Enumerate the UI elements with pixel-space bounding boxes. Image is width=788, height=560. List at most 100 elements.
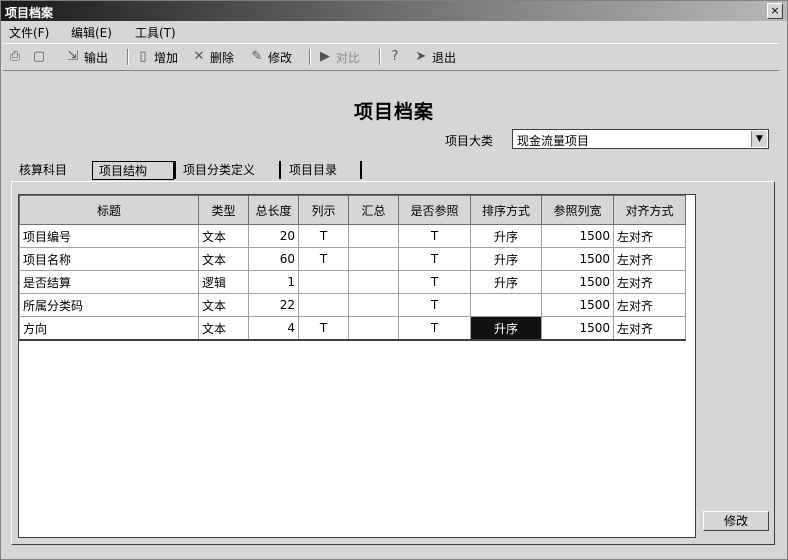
- export-icon: ⇲: [67, 49, 79, 64]
- modify-label: 修改: [268, 50, 293, 65]
- print-preview-button[interactable]: ▢: [31, 48, 50, 66]
- tab-divider: [279, 161, 281, 179]
- table-cell[interactable]: T: [298, 224, 349, 248]
- modify-structure-button[interactable]: 修改: [703, 511, 769, 531]
- table-cell[interactable]: [348, 247, 399, 271]
- delete-label: 删除: [210, 50, 235, 65]
- exit-button[interactable]: ➤ 退出: [413, 48, 456, 66]
- help-button[interactable]: ?: [387, 48, 406, 66]
- table-cell[interactable]: [298, 293, 349, 317]
- table-cell[interactable]: 1500: [541, 316, 614, 341]
- table-cell[interactable]: 左对齐: [613, 270, 686, 294]
- table-row[interactable]: 方向 文本 4 T T 升序 1500 左对齐: [19, 316, 686, 341]
- menu-edit[interactable]: 编辑(E): [71, 24, 112, 41]
- export-button[interactable]: ⇲ 输出: [65, 48, 108, 66]
- table-cell[interactable]: 20: [248, 224, 299, 248]
- toolbar-separator: [379, 49, 381, 65]
- table-cell[interactable]: 所属分类码: [19, 293, 199, 317]
- project-archive-window: 项目档案 × 文件(F) 编辑(E) 工具(T) ⎙ ▢ ⇲ 输出 ▯ 增加 ✕ 删除…: [0, 0, 788, 560]
- tab-accounting-subjects[interactable]: 核算科目: [13, 161, 73, 180]
- table-cell[interactable]: [298, 270, 349, 294]
- contrast-icon: ▶: [320, 49, 330, 64]
- form-heading: 项目档案: [353, 101, 434, 123]
- print-icon: ⎙: [9, 49, 21, 64]
- print-button[interactable]: ⎙: [7, 48, 26, 66]
- table-cell[interactable]: 1500: [541, 247, 614, 271]
- close-icon[interactable]: ×: [767, 3, 783, 19]
- table-cell[interactable]: 方向: [19, 316, 199, 341]
- table-cell[interactable]: [348, 293, 399, 317]
- table-row[interactable]: 所属分类码 文本 22 T 1500 左对齐: [19, 293, 686, 317]
- export-label: 输出: [84, 50, 109, 65]
- table-cell[interactable]: T: [398, 224, 471, 248]
- table-cell[interactable]: 1500: [541, 224, 614, 248]
- category-select[interactable]: 现金流量项目 ▼: [512, 129, 769, 149]
- delete-button[interactable]: ✕ 删除: [191, 48, 234, 66]
- selected-cell[interactable]: 升序: [470, 316, 542, 341]
- table-cell[interactable]: 左对齐: [613, 247, 686, 271]
- table-cell[interactable]: [348, 316, 399, 341]
- structure-table: 标题 类型 总长度 列示 汇总 是否参照 排序方式 参照列宽 对齐方式 项目编号…: [19, 195, 686, 341]
- table-cell[interactable]: T: [298, 247, 349, 271]
- table-cell[interactable]: 左对齐: [613, 316, 686, 341]
- table-cell[interactable]: 文本: [198, 316, 249, 341]
- table-cell[interactable]: 60: [248, 247, 299, 271]
- table-cell[interactable]: 文本: [198, 224, 249, 248]
- category-label: 项目大类: [445, 134, 494, 148]
- table-cell[interactable]: [348, 270, 399, 294]
- tab-category-definition[interactable]: 项目分类定义: [177, 161, 261, 180]
- table-cell[interactable]: T: [398, 247, 471, 271]
- table-cell[interactable]: 升序: [470, 224, 542, 248]
- table-row[interactable]: 是否结算 逻辑 1 T 升序 1500 左对齐: [19, 270, 686, 294]
- add-button[interactable]: ▯ 增加: [135, 48, 178, 66]
- column-header[interactable]: 参照列宽: [541, 195, 614, 225]
- table-cell[interactable]: 逻辑: [198, 270, 249, 294]
- table-cell[interactable]: 文本: [198, 247, 249, 271]
- category-value: 现金流量项目: [517, 134, 590, 148]
- table-cell[interactable]: T: [398, 316, 471, 341]
- menu-tools[interactable]: 工具(T): [135, 24, 176, 41]
- title-bar: 项目档案 ×: [1, 1, 787, 21]
- table-cell[interactable]: [470, 293, 542, 317]
- table-cell[interactable]: 左对齐: [613, 293, 686, 317]
- table-cell[interactable]: [348, 224, 399, 248]
- column-header[interactable]: 标题: [19, 195, 199, 225]
- table-cell[interactable]: 1: [248, 270, 299, 294]
- column-header[interactable]: 列示: [298, 195, 349, 225]
- table-cell[interactable]: T: [298, 316, 349, 341]
- contrast-label: 对比: [336, 50, 361, 65]
- table-cell[interactable]: 项目编号: [19, 224, 199, 248]
- column-header[interactable]: 类型: [198, 195, 249, 225]
- toolbar: ⎙ ▢ ⇲ 输出 ▯ 增加 ✕ 删除 ✎ 修改 ▶ 对比 ? ➤ 退出: [3, 43, 779, 71]
- table-cell[interactable]: 22: [248, 293, 299, 317]
- table-cell[interactable]: 升序: [470, 247, 542, 271]
- new-document-icon: ▯: [139, 49, 147, 64]
- column-header[interactable]: 是否参照: [398, 195, 471, 225]
- table-cell[interactable]: 1500: [541, 293, 614, 317]
- table-cell[interactable]: 4: [248, 316, 299, 341]
- exit-icon: ➤: [415, 49, 427, 64]
- column-header[interactable]: 总长度: [248, 195, 299, 225]
- table-row[interactable]: 项目名称 文本 60 T T 升序 1500 左对齐: [19, 247, 686, 271]
- modify-button[interactable]: ✎ 修改: [249, 48, 292, 66]
- table-cell[interactable]: 文本: [198, 293, 249, 317]
- table-cell[interactable]: 升序: [470, 270, 542, 294]
- column-header[interactable]: 对齐方式: [613, 195, 686, 225]
- table-cell[interactable]: T: [398, 270, 471, 294]
- table-cell[interactable]: 项目名称: [19, 247, 199, 271]
- table-cell[interactable]: 是否结算: [19, 270, 199, 294]
- menu-file[interactable]: 文件(F): [9, 24, 49, 41]
- structure-grid[interactable]: 标题 类型 总长度 列示 汇总 是否参照 排序方式 参照列宽 对齐方式 项目编号…: [18, 194, 696, 538]
- column-header[interactable]: 排序方式: [470, 195, 542, 225]
- contrast-button[interactable]: ▶ 对比: [317, 48, 360, 66]
- delete-icon: ✕: [193, 49, 205, 64]
- table-cell[interactable]: 左对齐: [613, 224, 686, 248]
- table-row[interactable]: 项目编号 文本 20 T T 升序 1500 左对齐: [19, 224, 686, 248]
- tab-project-structure[interactable]: 项目结构: [92, 161, 174, 180]
- table-cell[interactable]: T: [398, 293, 471, 317]
- tab-project-catalog[interactable]: 项目目录: [283, 161, 343, 180]
- toolbar-separator: [127, 49, 129, 65]
- column-header[interactable]: 汇总: [348, 195, 399, 225]
- chevron-down-icon[interactable]: ▼: [751, 131, 767, 147]
- table-cell[interactable]: 1500: [541, 270, 614, 294]
